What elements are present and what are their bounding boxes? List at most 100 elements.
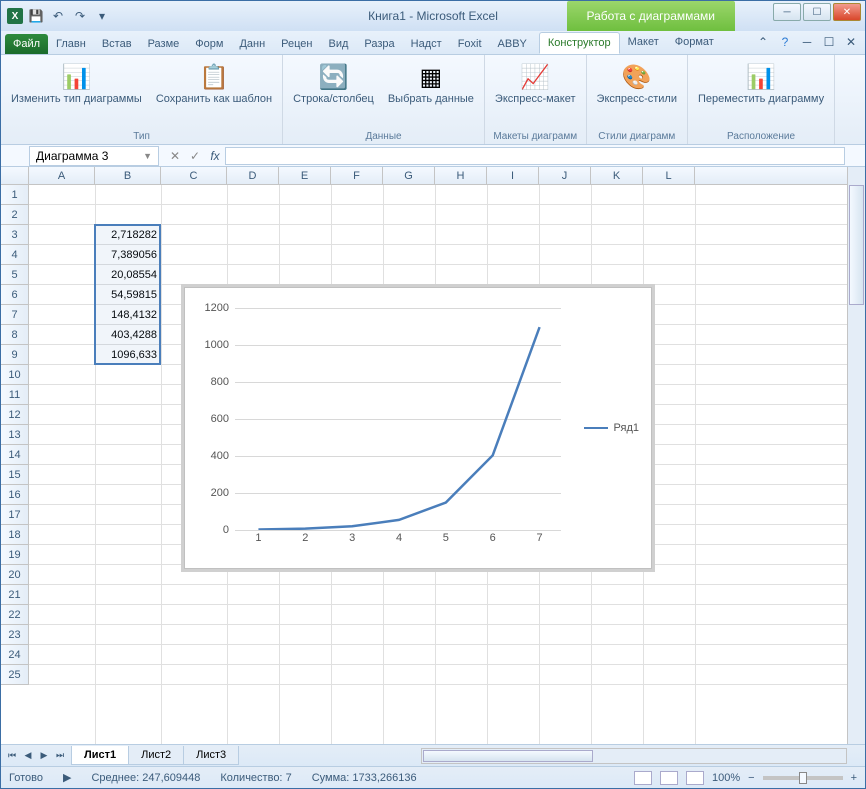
row-header-2[interactable]: 2 xyxy=(1,205,28,225)
column-header-C[interactable]: C xyxy=(161,167,227,184)
view-page-break-button[interactable] xyxy=(686,771,704,785)
sheet-nav-prev-icon[interactable]: ◀ xyxy=(21,749,35,763)
chart-legend[interactable]: Ряд1 xyxy=(584,422,639,434)
row-header-10[interactable]: 10 xyxy=(1,365,28,385)
sheet-tab[interactable]: Лист3 xyxy=(183,746,239,765)
sheet-tab-active[interactable]: Лист1 xyxy=(71,746,129,765)
row-header-23[interactable]: 23 xyxy=(1,625,28,645)
row-header-7[interactable]: 7 xyxy=(1,305,28,325)
column-header-G[interactable]: G xyxy=(383,167,435,184)
row-header-25[interactable]: 25 xyxy=(1,665,28,685)
undo-button[interactable]: ↶ xyxy=(49,7,67,25)
zoom-in-button[interactable]: + xyxy=(851,772,857,784)
ribbon-minimize-icon[interactable]: ⌃ xyxy=(755,34,771,50)
column-header-L[interactable]: L xyxy=(643,167,695,184)
column-header-F[interactable]: F xyxy=(331,167,383,184)
tab-foxit[interactable]: Foxit xyxy=(450,34,490,54)
row-header-4[interactable]: 4 xyxy=(1,245,28,265)
tab-встав[interactable]: Встав xyxy=(94,34,140,54)
inner-close-icon[interactable]: ✕ xyxy=(843,34,859,50)
column-header-K[interactable]: K xyxy=(591,167,643,184)
maximize-button[interactable]: ☐ xyxy=(803,3,831,21)
hscroll-thumb[interactable] xyxy=(423,750,593,762)
minimize-button[interactable]: ─ xyxy=(773,3,801,21)
row-header-12[interactable]: 12 xyxy=(1,405,28,425)
formula-input[interactable] xyxy=(225,147,845,165)
sheet-nav-first-icon[interactable]: ⏮ xyxy=(5,749,19,763)
zoom-level[interactable]: 100% xyxy=(712,772,740,784)
ribbon-button[interactable]: 📈Экспресс-макет xyxy=(491,59,580,107)
row-header-19[interactable]: 19 xyxy=(1,545,28,565)
zoom-slider[interactable] xyxy=(763,776,843,780)
spreadsheet-grid[interactable]: ABCDEFGHIJKL 123456789101112131415161718… xyxy=(1,167,865,744)
tab-рецен[interactable]: Рецен xyxy=(273,34,320,54)
tab-главн[interactable]: Главн xyxy=(48,34,94,54)
row-header-3[interactable]: 3 xyxy=(1,225,28,245)
row-header-16[interactable]: 16 xyxy=(1,485,28,505)
tab-разме[interactable]: Разме xyxy=(140,34,188,54)
row-header-18[interactable]: 18 xyxy=(1,525,28,545)
column-header-E[interactable]: E xyxy=(279,167,331,184)
row-header-21[interactable]: 21 xyxy=(1,585,28,605)
column-header-H[interactable]: H xyxy=(435,167,487,184)
ribbon-button[interactable]: 📊Переместить диаграмму xyxy=(694,59,828,107)
vertical-scrollbar[interactable] xyxy=(847,167,865,744)
sheet-nav-next-icon[interactable]: ▶ xyxy=(37,749,51,763)
help-icon[interactable]: ? xyxy=(777,34,793,50)
column-header-B[interactable]: B xyxy=(95,167,161,184)
row-header-5[interactable]: 5 xyxy=(1,265,28,285)
select-all-corner[interactable] xyxy=(1,167,29,184)
row-header-8[interactable]: 8 xyxy=(1,325,28,345)
row-header-20[interactable]: 20 xyxy=(1,565,28,585)
row-header-13[interactable]: 13 xyxy=(1,425,28,445)
column-header-J[interactable]: J xyxy=(539,167,591,184)
zoom-out-button[interactable]: − xyxy=(748,772,754,784)
tab-форм[interactable]: Форм xyxy=(187,34,231,54)
column-header-I[interactable]: I xyxy=(487,167,539,184)
tab-разра[interactable]: Разра xyxy=(356,34,402,54)
row-header-1[interactable]: 1 xyxy=(1,185,28,205)
row-header-24[interactable]: 24 xyxy=(1,645,28,665)
vscroll-thumb[interactable] xyxy=(849,185,864,305)
view-normal-button[interactable] xyxy=(634,771,652,785)
name-box[interactable]: Диаграмма 3 ▼ xyxy=(29,146,159,166)
tab-вид[interactable]: Вид xyxy=(321,34,357,54)
row-header-17[interactable]: 17 xyxy=(1,505,28,525)
macro-record-icon[interactable]: ▶ xyxy=(63,771,71,784)
ribbon-button[interactable]: 🎨Экспресс-стили xyxy=(593,59,681,107)
sheet-tab[interactable]: Лист2 xyxy=(128,746,184,765)
ribbon-button[interactable]: ▦Выбрать данные xyxy=(384,59,478,107)
row-header-22[interactable]: 22 xyxy=(1,605,28,625)
tab-file[interactable]: Файл xyxy=(5,34,48,54)
ribbon-button[interactable]: 📊Изменить тип диаграммы xyxy=(7,59,146,107)
save-button[interactable]: 💾 xyxy=(27,7,45,25)
fx-icon[interactable]: fx xyxy=(205,149,225,163)
tab-chart-формат[interactable]: Формат xyxy=(667,32,722,54)
row-header-9[interactable]: 9 xyxy=(1,345,28,365)
zoom-slider-thumb[interactable] xyxy=(799,772,807,784)
row-header-15[interactable]: 15 xyxy=(1,465,28,485)
close-button[interactable]: ✕ xyxy=(833,3,861,21)
row-header-11[interactable]: 11 xyxy=(1,385,28,405)
inner-min-icon[interactable]: ─ xyxy=(799,34,815,50)
row-header-6[interactable]: 6 xyxy=(1,285,28,305)
ribbon-button[interactable]: 🔄Строка/столбец xyxy=(289,59,378,107)
tab-chart-конструктор[interactable]: Конструктор xyxy=(539,32,620,54)
horizontal-scrollbar[interactable] xyxy=(421,748,847,764)
row-header-14[interactable]: 14 xyxy=(1,445,28,465)
sheet-nav-last-icon[interactable]: ⏭ xyxy=(53,749,67,763)
inner-restore-icon[interactable]: ☐ xyxy=(821,34,837,50)
name-box-dropdown-icon[interactable]: ▼ xyxy=(143,151,152,161)
cancel-formula-icon[interactable]: ✕ xyxy=(165,149,185,163)
tab-abby[interactable]: ABBY xyxy=(490,34,535,54)
accept-formula-icon[interactable]: ✓ xyxy=(185,149,205,163)
column-header-A[interactable]: A xyxy=(29,167,95,184)
tab-chart-макет[interactable]: Макет xyxy=(620,32,667,54)
tab-надст[interactable]: Надст xyxy=(403,34,450,54)
view-page-layout-button[interactable] xyxy=(660,771,678,785)
column-header-D[interactable]: D xyxy=(227,167,279,184)
chart-object[interactable]: 0200400600800100012001234567Ряд1 xyxy=(184,287,652,569)
ribbon-button[interactable]: 📋Сохранить как шаблон xyxy=(152,59,276,107)
qat-more-button[interactable]: ▾ xyxy=(93,7,111,25)
redo-button[interactable]: ↷ xyxy=(71,7,89,25)
